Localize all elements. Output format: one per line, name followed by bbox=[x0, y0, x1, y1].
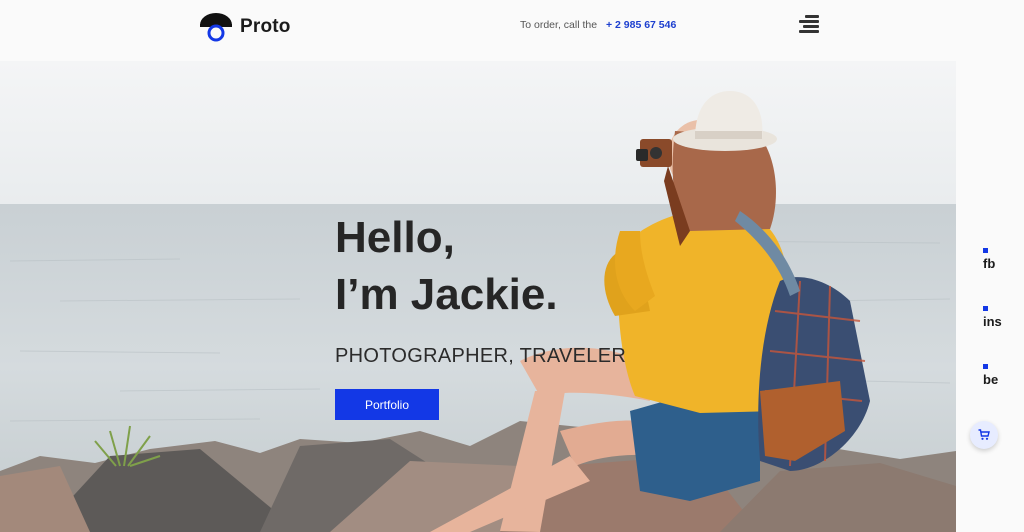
social-label-ins: ins bbox=[983, 314, 1002, 329]
logo-text: Proto bbox=[240, 16, 291, 37]
headline-line-2: I’m Jackie. bbox=[335, 270, 558, 319]
cart-icon bbox=[978, 429, 990, 440]
logo-link[interactable]: Proto bbox=[198, 12, 291, 42]
hamburger-menu-icon[interactable] bbox=[797, 14, 819, 34]
headline-line-1: Hello, bbox=[335, 213, 455, 262]
social-label-be: be bbox=[983, 372, 999, 387]
hero-headline: Hello, I’m Jackie. bbox=[335, 209, 626, 323]
hero-section: Hello, I’m Jackie. PHOTOGRAPHER, TRAVELE… bbox=[0, 61, 956, 532]
social-sidebar: fb ins be bbox=[956, 61, 1024, 532]
social-link-fb[interactable]: fb bbox=[983, 248, 996, 271]
accent-square bbox=[983, 306, 988, 311]
phone-link[interactable]: + 2 985 67 546 bbox=[606, 19, 676, 31]
accent-square bbox=[983, 364, 988, 369]
social-link-ins[interactable]: ins bbox=[983, 306, 1002, 329]
order-info: To order, call the + 2 985 67 546 bbox=[520, 19, 676, 31]
portfolio-button[interactable]: Portfolio bbox=[335, 389, 439, 420]
social-label-fb: fb bbox=[983, 256, 996, 271]
hero-subtitle: PHOTOGRAPHER, TRAVELER bbox=[335, 345, 627, 367]
header: Proto To order, call the + 2 985 67 546 bbox=[0, 0, 1024, 60]
cart-button[interactable] bbox=[970, 421, 998, 449]
social-link-be[interactable]: be bbox=[983, 364, 999, 387]
order-text: To order, call the bbox=[520, 19, 598, 31]
hero-text: Hello, I’m Jackie. PHOTOGRAPHER, TRAVELE… bbox=[335, 209, 626, 368]
logo-icon bbox=[200, 13, 232, 42]
accent-square bbox=[983, 248, 988, 253]
